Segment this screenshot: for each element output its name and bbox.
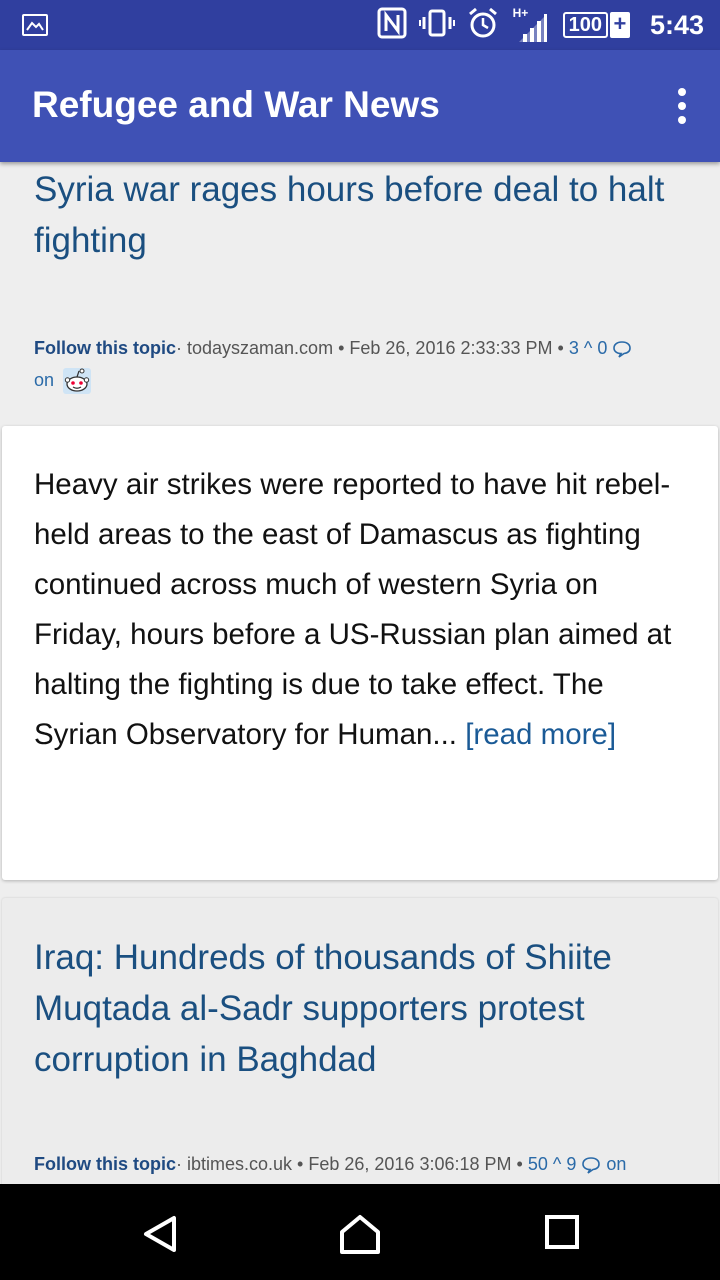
article-meta: Follow this topic· ibtimes.co.uk • Feb 2… xyxy=(34,1154,627,1174)
summary-text: Heavy air strikes were reported to have … xyxy=(34,468,672,751)
battery-level: 100 xyxy=(562,12,608,38)
comment-icon[interactable] xyxy=(581,1154,601,1174)
battery-indicator: 100 + xyxy=(562,12,630,38)
article-summary-card[interactable]: Heavy air strikes were reported to have … xyxy=(2,426,718,880)
read-more-link[interactable]: [read more] xyxy=(465,718,616,751)
follow-topic-link[interactable]: Follow this topic xyxy=(34,338,176,358)
navigation-bar xyxy=(0,1184,720,1280)
vibrate-icon xyxy=(418,8,455,43)
article-summary: Heavy air strikes were reported to have … xyxy=(34,460,674,760)
follow-topic-link[interactable]: Follow this topic xyxy=(34,1154,176,1174)
alarm-icon xyxy=(467,7,499,44)
on-label: on xyxy=(606,1154,627,1174)
comment-icon[interactable] xyxy=(612,338,632,358)
upvote-count: 3 xyxy=(568,338,579,358)
comment-count: 9 xyxy=(566,1154,577,1174)
more-vert-icon[interactable] xyxy=(674,88,690,124)
upvote-count: 50 xyxy=(527,1154,548,1174)
comment-count: 0 xyxy=(597,338,608,358)
article-title[interactable]: Syria war rages hours before deal to hal… xyxy=(34,164,694,266)
nfc-icon xyxy=(377,7,407,44)
article-title[interactable]: Iraq: Hundreds of thousands of Shiite Mu… xyxy=(34,932,694,1085)
app-bar: Refugee and War News xyxy=(0,50,720,162)
article-source[interactable]: ibtimes.co.uk xyxy=(187,1154,292,1174)
home-icon[interactable] xyxy=(338,1214,382,1259)
signal-icon: H+ xyxy=(511,6,551,42)
image-icon xyxy=(22,14,48,36)
article-meta: Follow this topic· todayszaman.com • Feb… xyxy=(34,332,694,396)
reddit-icon[interactable] xyxy=(63,368,92,395)
recents-icon[interactable] xyxy=(544,1214,580,1255)
status-bar: H+ 100 + 5:43 xyxy=(0,0,720,50)
back-icon[interactable] xyxy=(140,1214,180,1259)
article-date: Feb 26, 2016 2:33:33 PM xyxy=(349,338,553,358)
battery-plus: + xyxy=(609,12,630,38)
upvote-icon[interactable]: ^ xyxy=(548,1154,566,1174)
app-title: Refugee and War News xyxy=(32,84,440,125)
article-date: Feb 26, 2016 3:06:18 PM xyxy=(308,1154,512,1174)
on-label: on xyxy=(34,370,55,390)
clock: 5:43 xyxy=(649,9,704,40)
news-feed[interactable]: Syria war rages hours before deal to hal… xyxy=(0,162,720,1184)
article-source[interactable]: todayszaman.com xyxy=(187,338,333,358)
upvote-icon[interactable]: ^ xyxy=(579,338,597,358)
article-card[interactable]: Iraq: Hundreds of thousands of Shiite Mu… xyxy=(2,898,718,1184)
